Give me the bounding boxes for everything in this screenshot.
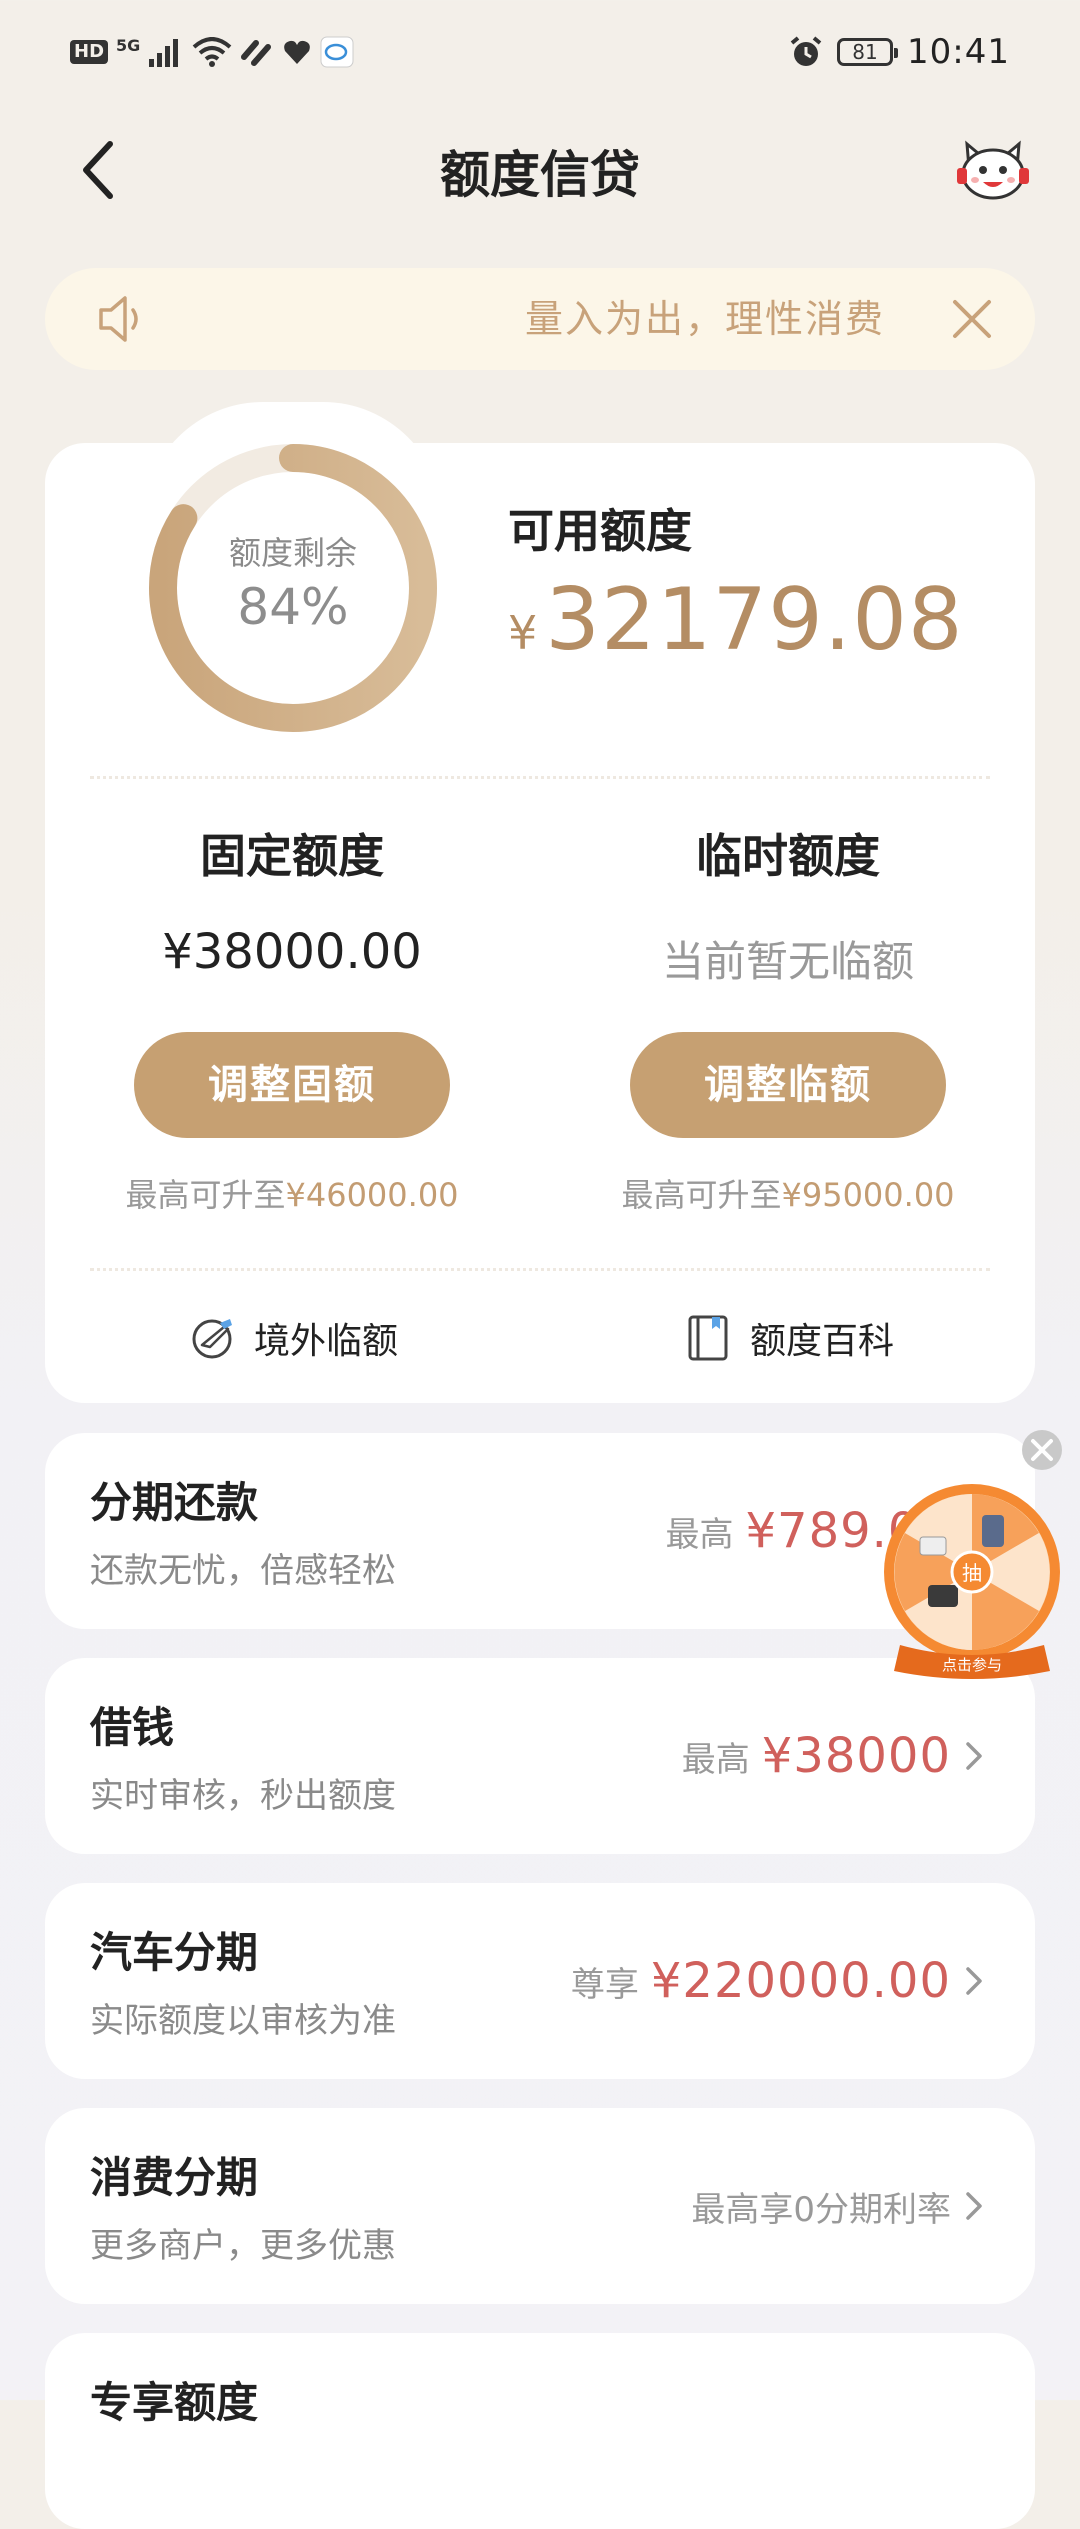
product-card-borrow[interactable]: 借钱 实时审核，秒出额度 最高 ¥38000 — [45, 1658, 1035, 1854]
alarm-icon — [790, 36, 822, 66]
hd-badge: HD — [70, 40, 109, 64]
overseas-temp-credit-label: 境外临额 — [254, 1321, 399, 1362]
available-credit-value: 32179.08 — [545, 570, 964, 670]
offer-prefix: 最高 — [681, 1739, 750, 1780]
ring-label: 额度剩余 — [228, 534, 357, 572]
product-subtitle: 实时审核，秒出额度 — [90, 1776, 396, 1816]
section-divider — [90, 776, 990, 779]
notice-text: 量入为出，理性消费 — [524, 297, 885, 341]
heart-shield-icon — [284, 40, 311, 64]
offer-amount: ¥38000 — [761, 1728, 951, 1784]
product-title: 分期还款 — [90, 1478, 259, 1527]
battery-level: 81 — [852, 40, 878, 64]
offer-prefix: 最高 — [665, 1514, 734, 1555]
link-icon — [241, 40, 272, 66]
chevron-right-icon — [966, 1742, 982, 1770]
credit-encyclopedia-link[interactable]: 额度百科 — [686, 1312, 894, 1364]
close-icon[interactable] — [949, 296, 995, 342]
product-subtitle: 实际额度以审核为准 — [90, 2001, 396, 2041]
status-left-icons: HD 5G — [70, 30, 354, 74]
plane-globe-icon — [192, 1319, 232, 1359]
product-card-car-installment[interactable]: 汽车分期 实际额度以审核为准 尊享 ¥220000.00 — [45, 1883, 1035, 2079]
network-gen-label: 5G — [116, 35, 141, 55]
credit-encyclopedia-label: 额度百科 — [750, 1321, 895, 1362]
prize-wheel-icon: 抽 点击参与 — [884, 1430, 1062, 1679]
mascot-service-icon — [957, 140, 1029, 200]
offer-amount: ¥220000.00 — [650, 1953, 951, 2009]
section-divider — [90, 1268, 990, 1271]
currency-symbol: ¥ — [508, 606, 538, 660]
overseas-temp-credit-link[interactable]: 境外临额 — [190, 1312, 398, 1364]
product-card-exclusive-credit[interactable]: 专享额度 — [45, 2333, 1035, 2529]
fixed-hint-prefix: 最高可升至 — [125, 1176, 286, 1214]
chevron-right-icon — [966, 1967, 982, 1995]
adjust-fixed-button[interactable]: 调整固额 — [134, 1032, 450, 1138]
status-right: 81 10:41 — [789, 28, 1010, 76]
offer-prefix: 尊享 — [570, 1964, 639, 2005]
lottery-caption: 点击参与 — [942, 1656, 1002, 1674]
offer-text: 最高享0分期利率 — [691, 2189, 951, 2230]
product-offer: 最高 ¥38000 — [682, 1658, 985, 1854]
temporary-hint-prefix: 最高可升至 — [621, 1176, 782, 1214]
chevron-right-icon — [966, 2192, 982, 2220]
speaker-icon — [99, 296, 138, 342]
clock: 10:41 — [907, 32, 1010, 72]
ring-percentage: 84% — [237, 578, 349, 636]
fixed-credit-title: 固定额度 — [200, 829, 384, 883]
temporary-hint-amount: ¥95000.00 — [781, 1176, 955, 1214]
fixed-credit-value: ¥38000.00 — [162, 924, 422, 980]
signal-icon — [149, 39, 179, 67]
customer-service-button[interactable] — [953, 128, 1033, 208]
fixed-credit-hint: 最高可升至¥46000.00 — [52, 1170, 532, 1216]
wheel-center-text: 抽 — [962, 1561, 982, 1585]
available-credit-label: 可用额度 — [508, 504, 692, 558]
battery-indicator: 81 — [837, 38, 899, 66]
product-title: 借钱 — [90, 1703, 175, 1752]
fixed-hint-amount: ¥46000.00 — [285, 1176, 459, 1214]
product-title: 消费分期 — [90, 2153, 259, 2202]
temporary-credit-title: 临时额度 — [696, 829, 880, 883]
notice-bar: 量入为出，理性消费 — [45, 268, 1035, 370]
product-subtitle: 还款无忧，倍感轻松 — [90, 1551, 396, 1591]
product-offer: 尊享 ¥220000.00 — [571, 1883, 985, 2079]
page-title: 额度信贷 — [440, 146, 640, 204]
wifi-icon — [192, 37, 232, 67]
status-bar: HD 5G 81 10:41 — [0, 0, 1080, 100]
adjust-temporary-button[interactable]: 调整临额 — [630, 1032, 946, 1138]
lottery-widget[interactable]: 抽 点击参与 — [880, 1425, 1080, 1680]
product-offer: 最高享0分期利率 — [691, 2108, 985, 2304]
temporary-credit-value: 当前暂无临额 — [661, 937, 914, 986]
temporary-credit-hint: 最高可升至¥95000.00 — [548, 1170, 1028, 1216]
product-title: 汽车分期 — [90, 1928, 259, 1977]
product-subtitle: 更多商户，更多优惠 — [90, 2226, 396, 2266]
book-icon — [688, 1315, 728, 1361]
chat-app-icon — [320, 36, 354, 68]
product-card-consumer-installment[interactable]: 消费分期 更多商户，更多优惠 最高享0分期利率 — [45, 2108, 1035, 2304]
available-credit-amount: ¥ 32179.08 — [508, 570, 964, 670]
